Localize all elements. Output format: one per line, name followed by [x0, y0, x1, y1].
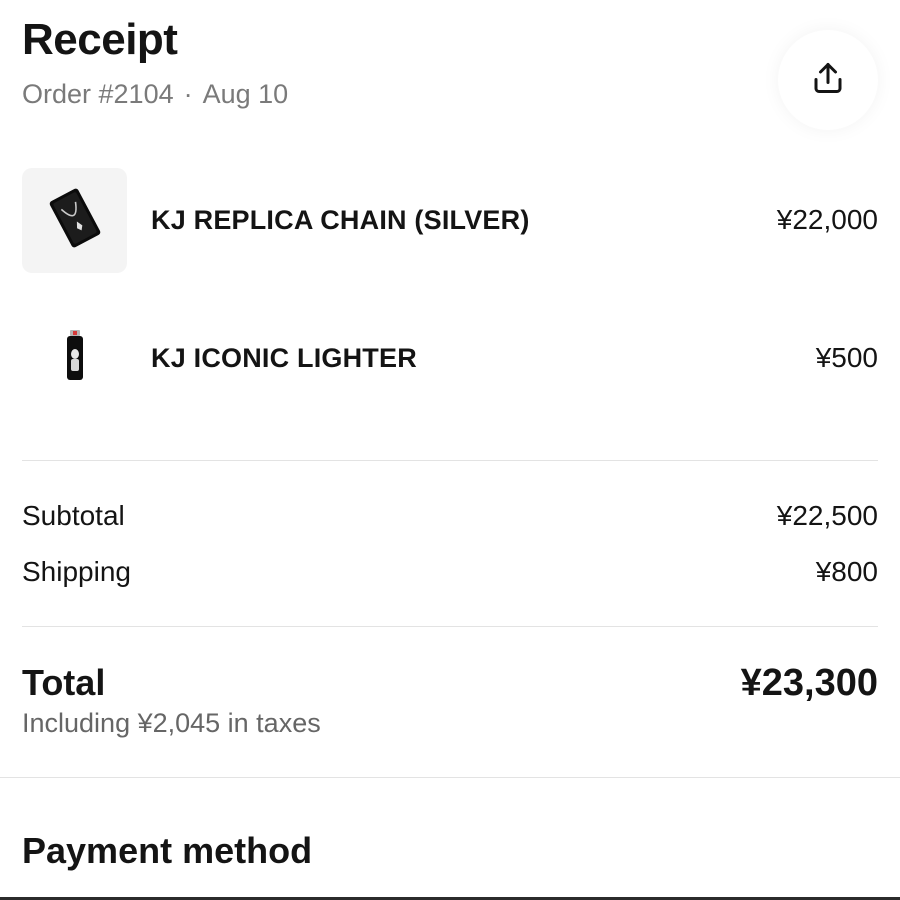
line-item[interactable]: KJ REPLICA CHAIN (SILVER) ¥22,000	[22, 165, 878, 275]
item-name: KJ REPLICA CHAIN (SILVER)	[151, 204, 530, 235]
share-button[interactable]	[778, 30, 878, 130]
meta-separator: ·	[183, 79, 193, 109]
order-date: Aug 10	[202, 79, 289, 109]
item-name: KJ ICONIC LIGHTER	[151, 342, 417, 373]
item-thumbnail	[22, 306, 127, 411]
order-meta: Order #2104 · Aug 10	[22, 78, 878, 110]
subtotal-label: Subtotal	[22, 500, 125, 531]
item-thumbnail	[22, 167, 127, 273]
chain-in-box-icon	[47, 186, 103, 255]
subtotal-row: Subtotal ¥22,500	[22, 500, 878, 532]
line-item[interactable]: KJ ICONIC LIGHTER ¥500	[22, 303, 878, 413]
share-upload-icon	[810, 60, 846, 101]
shipping-label: Shipping	[22, 556, 131, 587]
item-price: ¥500	[815, 342, 878, 373]
shipping-row: Shipping ¥800	[22, 556, 878, 588]
receipt-header: Receipt Order #2104 · Aug 10	[22, 14, 878, 130]
page-title: Receipt	[22, 15, 178, 64]
divider	[22, 460, 878, 461]
item-price: ¥22,000	[776, 204, 878, 235]
payment-method-heading: Payment method	[22, 830, 313, 871]
total-row: Total ¥23,300	[22, 662, 878, 705]
tax-note: Including ¥2,045 in taxes	[22, 708, 321, 738]
total-label: Total	[22, 662, 106, 703]
shipping-value: ¥800	[815, 556, 878, 587]
lighter-icon	[63, 329, 87, 387]
section-divider	[0, 777, 900, 778]
total-value: ¥23,300	[740, 662, 878, 704]
order-number: Order #2104	[22, 79, 174, 109]
subtotal-value: ¥22,500	[776, 500, 878, 531]
divider	[22, 626, 878, 627]
